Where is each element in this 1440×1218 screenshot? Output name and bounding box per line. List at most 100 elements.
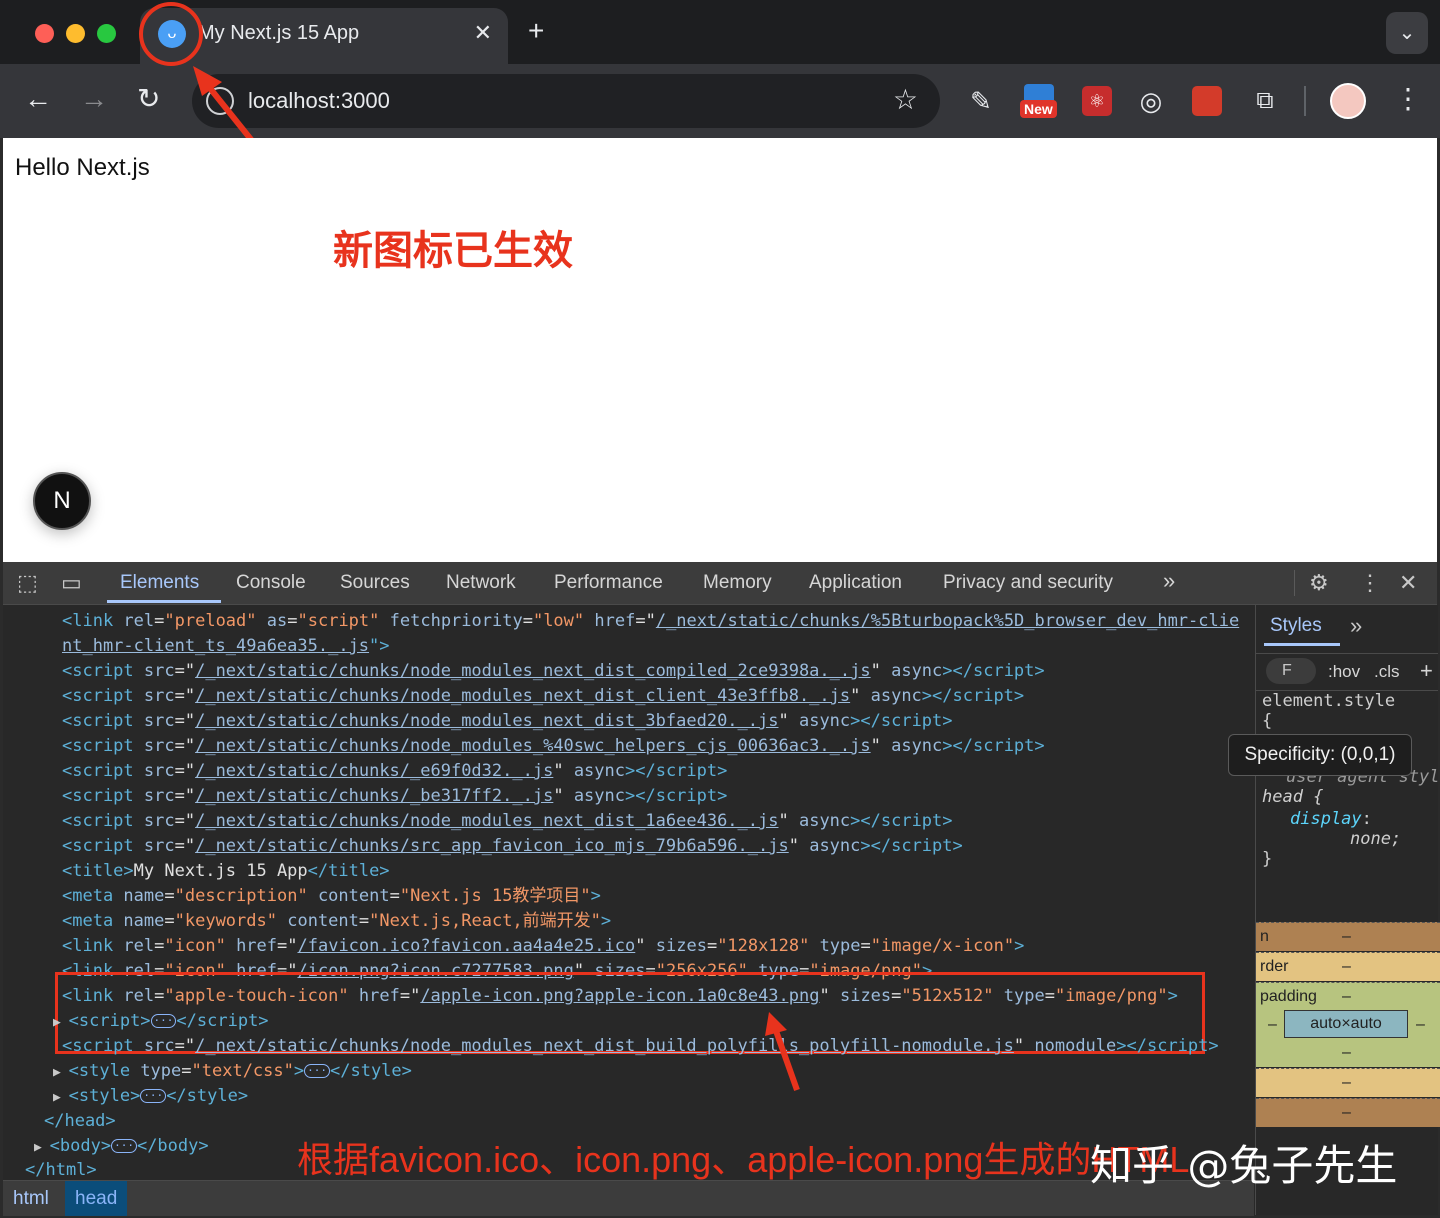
src-link[interactable]: /_next/static/chunks/node_modules_next_d… — [195, 1036, 1014, 1056]
close-window-button[interactable] — [35, 24, 54, 43]
src-link[interactable]: /_next/static/chunks/src_app_favicon_ico… — [195, 836, 789, 856]
ellipsis-badge[interactable]: ··· — [111, 1139, 137, 1153]
dom-node-script[interactable]: <script src="/_next/static/chunks/node_m… — [62, 684, 1024, 709]
dom-node-script[interactable]: <script src="/_next/static/chunks/_be317… — [62, 784, 727, 809]
href-link[interactable]: /_next/static/chunks/%5Bturbopack%5D_bro… — [656, 611, 1239, 631]
dom-node-link-icon[interactable]: <link rel="icon" href="/favicon.ico?favi… — [62, 934, 1024, 959]
border-bottom-value: – — [1342, 1074, 1351, 1091]
browser-menu-icon[interactable]: ⋮ — [1394, 82, 1422, 115]
display-value[interactable]: none; — [1350, 829, 1401, 849]
box-model-margin-bottom[interactable]: – — [1256, 1098, 1440, 1127]
tab-sources[interactable]: Sources — [340, 572, 410, 594]
url-text[interactable]: localhost:3000 — [248, 88, 390, 114]
tab-memory[interactable]: Memory — [703, 572, 772, 594]
puzzle-icon[interactable]: ⧉ — [1250, 86, 1280, 116]
dom-node-meta-description[interactable]: <meta name="description" content="Next.j… — [62, 884, 601, 909]
href-link[interactable]: nt_hmr-client_ts_49a6ea35._.js — [62, 636, 369, 656]
box-model-border[interactable]: rder – — [1256, 952, 1440, 981]
box-model-border-bottom[interactable]: – — [1256, 1068, 1440, 1097]
src-link[interactable]: /_next/static/chunks/_be317ff2._.js — [195, 786, 553, 806]
back-button[interactable]: ← — [24, 82, 52, 116]
tab-elements[interactable]: Elements — [120, 572, 199, 594]
device-toolbar-icon[interactable]: ▭ — [61, 570, 82, 596]
dom-node-link-preload[interactable]: <link rel="preload" as="script" fetchpri… — [62, 609, 1239, 634]
dom-node-meta-keywords[interactable]: <meta name="keywords" content="Next.js,R… — [62, 909, 611, 934]
site-info-icon[interactable] — [206, 87, 234, 115]
pen-icon[interactable]: ✎ — [970, 86, 1000, 116]
tab-application[interactable]: Application — [809, 572, 902, 594]
profile-avatar[interactable] — [1330, 83, 1366, 119]
breadcrumb-head[interactable]: head — [65, 1181, 128, 1216]
attr-value: "128x128" — [717, 936, 810, 956]
dom-node-script-collapsed[interactable]: ▶ <script> ··· </script> — [53, 1009, 269, 1035]
box-model-margin[interactable]: n – — [1256, 922, 1440, 951]
new-extension-icon[interactable]: New — [1020, 84, 1058, 122]
elements-tree[interactable]: <link rel="preload" as="script" fetchpri… — [3, 605, 1254, 1180]
new-badge: New — [1020, 100, 1057, 118]
dom-node-script[interactable]: <script src="/_next/static/chunks/node_m… — [62, 659, 1045, 684]
dom-node-style[interactable]: ▶ <style> ··· </style> — [53, 1084, 248, 1110]
close-tab-icon[interactable]: ✕ — [474, 20, 492, 46]
src-link[interactable]: /_next/static/chunks/node_modules_next_d… — [195, 686, 850, 706]
dom-node-html-close[interactable]: </html> — [25, 1158, 97, 1180]
devtools-panel: ⬚ ▭ Elements Console Sources Network Per… — [3, 562, 1440, 1216]
head-selector[interactable]: head { — [1262, 787, 1323, 807]
tab-styles[interactable]: Styles — [1270, 615, 1322, 637]
hov-toggle[interactable]: :hov — [1328, 662, 1360, 682]
filter-input[interactable]: F — [1266, 658, 1316, 684]
more-tabs-icon[interactable]: » — [1163, 568, 1175, 594]
reload-button[interactable]: ↻ — [137, 82, 160, 116]
box-model-content[interactable]: auto×auto — [1284, 1010, 1408, 1038]
maximize-window-button[interactable] — [97, 24, 116, 43]
breadcrumb-html[interactable]: html — [3, 1181, 59, 1216]
red-extension-icon[interactable] — [1192, 86, 1222, 116]
dom-node-body[interactable]: ▶ <body> ··· </body> — [34, 1134, 209, 1160]
devtools-tab-bar: ⬚ ▭ Elements Console Sources Network Per… — [3, 562, 1437, 605]
src-link[interactable]: /_next/static/chunks/node_modules_%40swc… — [195, 736, 871, 756]
bookmark-star-icon[interactable]: ☆ — [893, 83, 918, 116]
dom-node-script[interactable]: <script src="/_next/static/chunks/node_m… — [62, 709, 953, 734]
dom-node-style-css[interactable]: ▶ <style type="text/css"> ··· </style> — [53, 1059, 412, 1085]
close-devtools-icon[interactable]: ✕ — [1399, 570, 1417, 596]
tab-network[interactable]: Network — [446, 572, 516, 594]
ellipsis-badge[interactable]: ··· — [140, 1089, 167, 1103]
ellipsis-badge[interactable]: ··· — [150, 1014, 177, 1028]
dom-node-script[interactable]: <script src="/_next/static/chunks/src_ap… — [62, 834, 963, 859]
display-property[interactable]: display: — [1290, 809, 1372, 829]
dom-node-title[interactable]: <title>My Next.js 15 App</title> — [62, 859, 390, 884]
new-tab-button[interactable]: + — [528, 16, 544, 46]
dom-node-link-preload-cont[interactable]: nt_hmr-client_ts_49a6ea35._.js"> — [62, 634, 390, 659]
tab-performance[interactable]: Performance — [554, 572, 663, 594]
dom-node-head-close[interactable]: </head> — [44, 1109, 116, 1134]
minimize-window-button[interactable] — [66, 24, 85, 43]
src-link[interactable]: /_next/static/chunks/node_modules_next_d… — [195, 711, 778, 731]
src-link[interactable]: /_next/static/chunks/node_modules_next_d… — [195, 661, 871, 681]
react-devtools-icon[interactable]: ⚛ — [1082, 86, 1112, 116]
address-bar[interactable]: localhost:3000 ☆ — [192, 74, 940, 128]
dom-node-script-polyfill[interactable]: <script src="/_next/static/chunks/node_m… — [62, 1034, 1219, 1059]
dom-node-script[interactable]: <script src="/_next/static/chunks/node_m… — [62, 809, 953, 834]
inspect-element-icon[interactable]: ⬚ — [17, 570, 38, 596]
nextjs-dev-indicator[interactable]: N — [33, 472, 91, 530]
target-icon[interactable]: ◎ — [1136, 86, 1166, 116]
devtools-menu-icon[interactable]: ⋮ — [1359, 570, 1381, 596]
more-panes-icon[interactable]: » — [1350, 613, 1362, 639]
src-link[interactable]: /_next/static/chunks/node_modules_next_d… — [195, 811, 778, 831]
tab-console[interactable]: Console — [236, 572, 306, 594]
browser-tab[interactable]: ᴗ My Next.js 15 App ✕ — [140, 8, 508, 64]
attr-value: "image/x-icon" — [870, 936, 1015, 956]
add-rule-button[interactable]: + — [1420, 658, 1433, 684]
src-link[interactable]: /_next/static/chunks/_e69f0d32._.js — [195, 761, 553, 781]
href-link[interactable]: /favicon.ico?favicon.aa4a4e25.ico — [298, 936, 636, 956]
settings-gear-icon[interactable]: ⚙ — [1309, 570, 1329, 596]
dom-node-script[interactable]: <script src="/_next/static/chunks/_e69f0… — [62, 759, 727, 784]
forward-button[interactable]: → — [80, 82, 108, 116]
tab-search-button[interactable]: ⌄ — [1386, 12, 1428, 54]
element-style-rule[interactable]: element.style — [1262, 691, 1395, 711]
tab-privacy-security[interactable]: Privacy and security — [943, 572, 1113, 594]
border-value: – — [1342, 958, 1351, 975]
dom-node-script[interactable]: <script src="/_next/static/chunks/node_m… — [62, 734, 1045, 759]
ellipsis-badge[interactable]: ··· — [304, 1064, 330, 1078]
page-viewport: Hello Next.js N 新图标已生效 — [3, 138, 1437, 562]
cls-toggle[interactable]: .cls — [1374, 662, 1400, 682]
